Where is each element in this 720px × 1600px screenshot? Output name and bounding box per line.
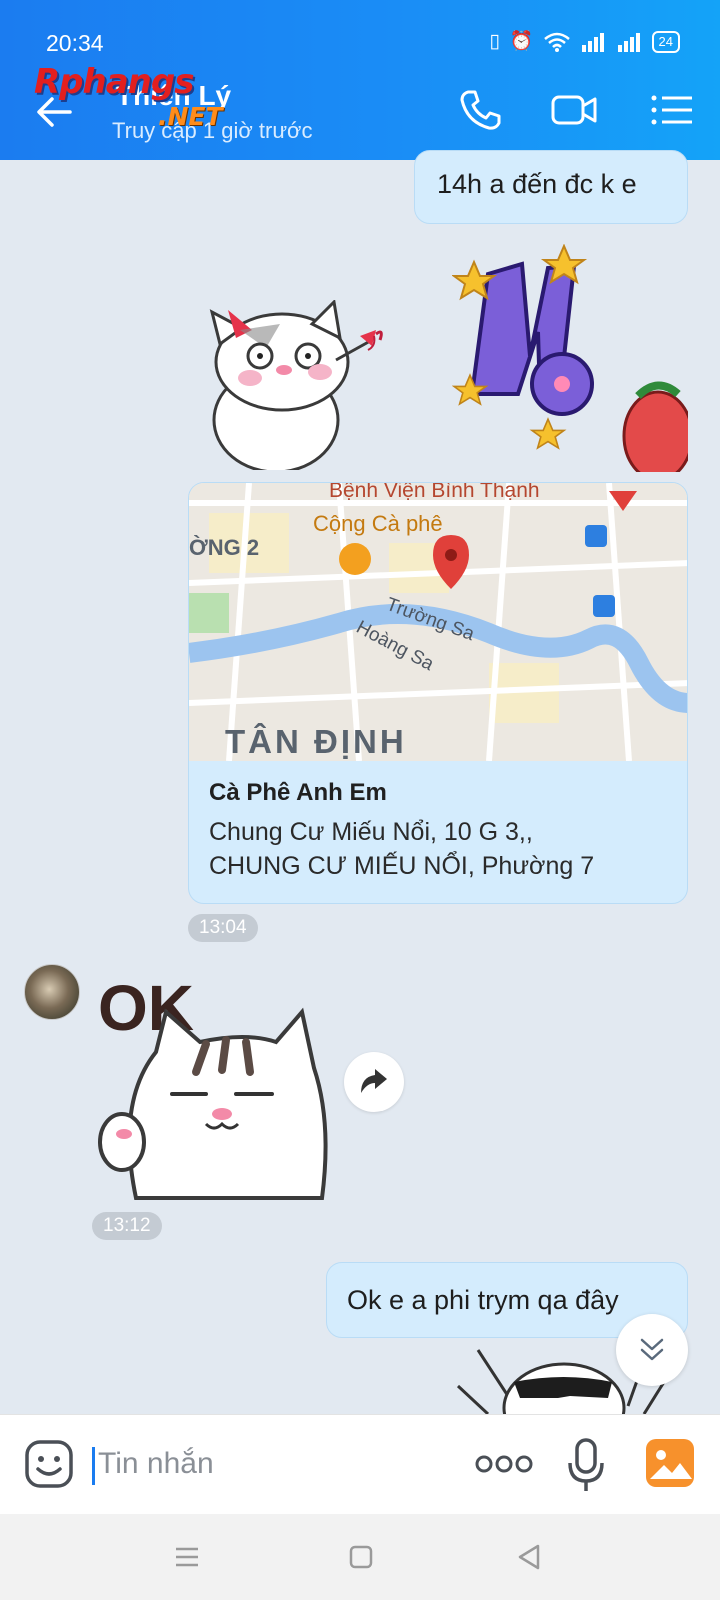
location-card[interactable]: Bệnh Viện Bình Thạnh Cộng Cà phê ỜNG 2 T… [188, 482, 688, 904]
status-icons: ▯ ⏰ 24 [489, 30, 680, 54]
map-label-ward: ỜNG 2 [189, 535, 259, 560]
more-options-icon[interactable] [474, 1451, 534, 1477]
vibrate-icon: ▯ [489, 31, 500, 52]
forward-arrow-icon [361, 1069, 387, 1093]
status-time: 20:34 [46, 30, 104, 56]
place-address-line-2: CHUNG CƯ MIẾU NỔI, Phường 7 [209, 852, 595, 880]
microphone-icon[interactable] [566, 1437, 606, 1493]
message-timestamp: 13:12 [92, 1212, 162, 1240]
header-bar: 20:34 ▯ ⏰ 24 Thiên Lý Truy cập 1 giờ trư… [0, 0, 720, 160]
place-name: Cà Phê Anh Em [209, 779, 387, 806]
system-nav-bar [0, 1514, 720, 1600]
phone-icon[interactable] [456, 86, 504, 134]
double-chevron-down-icon [640, 1338, 664, 1361]
forward-button[interactable] [344, 1052, 404, 1112]
menu-list-icon[interactable] [648, 86, 696, 134]
watermark-logo: Rphangs [34, 62, 194, 102]
map-label-district: TÂN ĐỊNH [225, 723, 407, 760]
text-caret [92, 1447, 95, 1485]
image-gallery-icon[interactable] [644, 1437, 696, 1489]
watermark-logo-suffix: .NET [158, 102, 223, 131]
cat-party-sticker[interactable] [200, 300, 400, 470]
alarm-icon: ⏰ [509, 31, 534, 52]
home-icon[interactable] [344, 1540, 378, 1574]
message-text: 14h a đến đc k e [437, 169, 637, 199]
battery-indicator: 24 [651, 31, 680, 53]
sticker-emoji-icon[interactable] [24, 1439, 74, 1489]
map-label-cafe: Cộng Cà phê [313, 511, 443, 536]
signal-icon [617, 33, 640, 52]
video-call-icon[interactable] [550, 86, 598, 134]
message-text: Ok e a phi trym qa đây [347, 1285, 619, 1315]
signal-icon [581, 33, 604, 52]
message-bubble-outgoing[interactable]: 14h a đến đc k e [414, 150, 688, 224]
map-preview[interactable]: Bệnh Viện Bình Thạnh Cộng Cà phê ỜNG 2 T… [189, 483, 688, 761]
ok-cat-sticker[interactable]: OK [96, 972, 328, 1204]
nhe-text-sticker[interactable] [452, 244, 688, 472]
message-input[interactable]: Tin nhắn [98, 1447, 214, 1481]
message-composer: Tin nhắn [0, 1414, 720, 1514]
recent-apps-icon[interactable] [170, 1540, 204, 1574]
location-details: Cà Phê Anh Em Chung Cư Miếu Nổi, 10 G 3,… [209, 779, 594, 883]
contact-avatar[interactable] [24, 964, 80, 1020]
place-address-line-1: Chung Cư Miếu Nổi, 10 G 3,, [209, 818, 533, 846]
map-label-hospital: Bệnh Viện Bình Thạnh [329, 483, 540, 502]
status-bar: 20:34 ▯ ⏰ 24 [0, 0, 720, 62]
scroll-to-bottom-button[interactable] [616, 1314, 688, 1386]
back-triangle-icon[interactable] [512, 1540, 546, 1574]
wifi-icon [543, 32, 570, 52]
message-timestamp: 13:04 [188, 914, 258, 942]
